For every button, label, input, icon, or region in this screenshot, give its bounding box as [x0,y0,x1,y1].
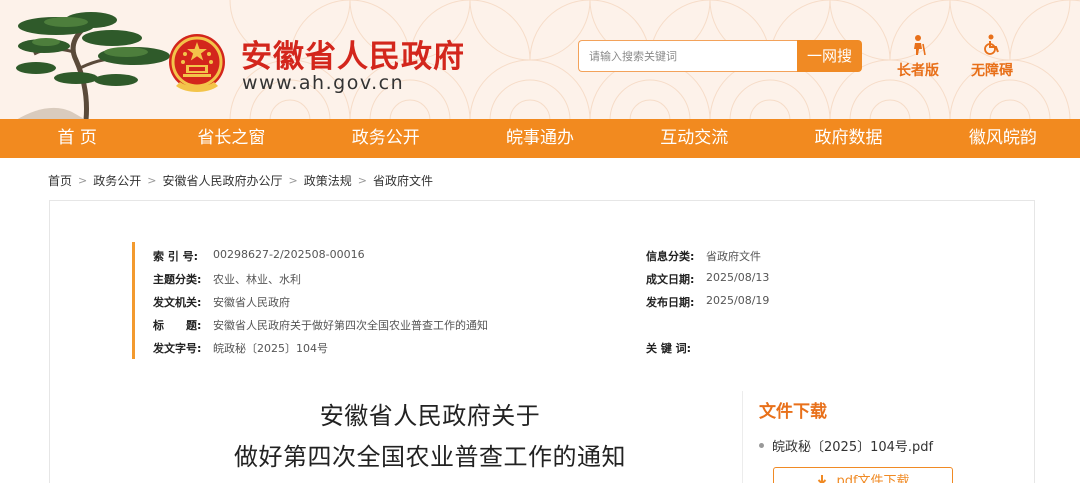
nav-item-interaction[interactable]: 互动交流 [617,119,771,158]
meta-label: 信息分类: [646,250,695,263]
meta-value: 农业、林业、水利 [213,273,301,286]
file-download-section: 文件下载 皖政秘〔2025〕104号.pdf pdf文件下载 [759,397,1019,483]
accessibility-label: 无障碍 [971,63,1013,79]
meta-title: 标 题: 安徽省人民政府关于做好第四次全国农业普查工作的通知 [153,317,488,333]
elderly-person-icon [914,35,926,56]
document-title-line: 做好第四次全国农业普查工作的通知 [234,443,626,471]
nav-item-government-affairs[interactable]: 政务公开 [309,119,463,158]
file-download-heading: 文件下载 [759,402,827,422]
welcome-pine-icon [16,12,170,120]
meta-value: 安徽省人民政府 [213,296,290,309]
main-nav: 首 页 省长之窗 政务公开 皖事通办 互动交流 政府数据 徽风皖韵 [0,119,1080,158]
meta-label: 标 题: [153,319,202,332]
nav-item-online-services[interactable]: 皖事通办 [463,119,617,158]
meta-label: 发文字号: [153,342,202,355]
breadcrumb-general-office[interactable]: 安徽省人民政府办公厅 [162,172,282,189]
meta-category: 信息分类: 省政府文件 [646,248,761,264]
nav-item-home[interactable]: 首 页 [0,119,154,158]
search-button[interactable]: 一网搜 [797,40,862,72]
meta-keywords: 关 键 词: [646,340,706,356]
document-meta: 索 引 号: 00298627-2/202508-00016 主题分类: 农业、… [132,242,952,359]
nav-item-anhui-culture[interactable]: 徽风皖韵 [926,119,1080,158]
meta-value: 2025/08/19 [706,294,770,307]
breadcrumb-government-affairs[interactable]: 政务公开 [93,172,141,189]
chevron-right-icon: > [147,174,157,187]
pdf-file-link[interactable]: 皖政秘〔2025〕104号.pdf [759,436,1019,455]
chevron-right-icon: > [357,174,367,187]
breadcrumb-home[interactable]: 首页 [48,172,72,189]
meta-label: 发布日期: [646,296,695,309]
breadcrumb-provincial-documents[interactable]: 省政府文件 [373,172,433,189]
meta-value: 2025/08/13 [706,271,770,284]
meta-value: 皖政秘〔2025〕104号 [213,342,328,355]
search-input[interactable] [579,41,798,71]
wheelchair-icon [984,34,999,55]
document-title: 安徽省人民政府关于 做好第四次全国农业普查工作的通知 [170,396,690,478]
meta-label: 发文机关: [153,296,202,309]
meta-label: 主题分类: [153,273,202,286]
breadcrumb: 首页 > 政务公开 > 安徽省人民政府办公厅 > 政策法规 > 省政府文件 [48,172,433,189]
meta-document-number: 发文字号: 皖政秘〔2025〕104号 [153,340,328,356]
site-header: 安徽省人民政府 www.ah.gov.cn 一网搜 长者版 无障碍 [0,0,1080,120]
elderly-mode-label: 长者版 [897,63,939,79]
nav-item-government-data[interactable]: 政府数据 [771,119,925,158]
pdf-download-label: pdf文件下载 [836,474,910,483]
chevron-right-icon: > [288,174,298,187]
nav-item-governor-window[interactable]: 省长之窗 [154,119,308,158]
document-title-line: 安徽省人民政府关于 [319,402,541,430]
bullet-icon [759,443,764,448]
site-title[interactable]: 安徽省人民政府 [241,31,465,76]
national-emblem-icon [169,34,225,92]
download-icon [818,475,827,483]
meta-label: 索 引 号: [153,250,199,263]
meta-index: 索 引 号: 00298627-2/202508-00016 [153,248,365,264]
search-field[interactable] [578,40,798,72]
pdf-download-button[interactable]: pdf文件下载 [773,467,953,483]
breadcrumb-policies[interactable]: 政策法规 [304,172,352,189]
pdf-file-name: 皖政秘〔2025〕104号.pdf [772,440,934,455]
meta-topic: 主题分类: 农业、林业、水利 [153,271,301,287]
meta-created-date: 成文日期: 2025/08/13 [646,271,769,287]
divider [742,391,743,483]
meta-value: 00298627-2/202508-00016 [213,248,365,261]
content-panel: 索 引 号: 00298627-2/202508-00016 主题分类: 农业、… [49,200,1035,483]
meta-published-date: 发布日期: 2025/08/19 [646,294,769,310]
chevron-right-icon: > [78,174,88,187]
meta-value: 安徽省人民政府关于做好第四次全国农业普查工作的通知 [213,319,488,332]
site-url: www.ah.gov.cn [242,72,405,94]
meta-value: 省政府文件 [706,250,761,263]
meta-issuer: 发文机关: 安徽省人民政府 [153,294,290,310]
elderly-mode-button[interactable]: 长者版 [888,34,948,80]
accessibility-button[interactable]: 无障碍 [962,34,1022,80]
meta-label: 关 键 词: [646,342,692,355]
meta-label: 成文日期: [646,273,695,286]
